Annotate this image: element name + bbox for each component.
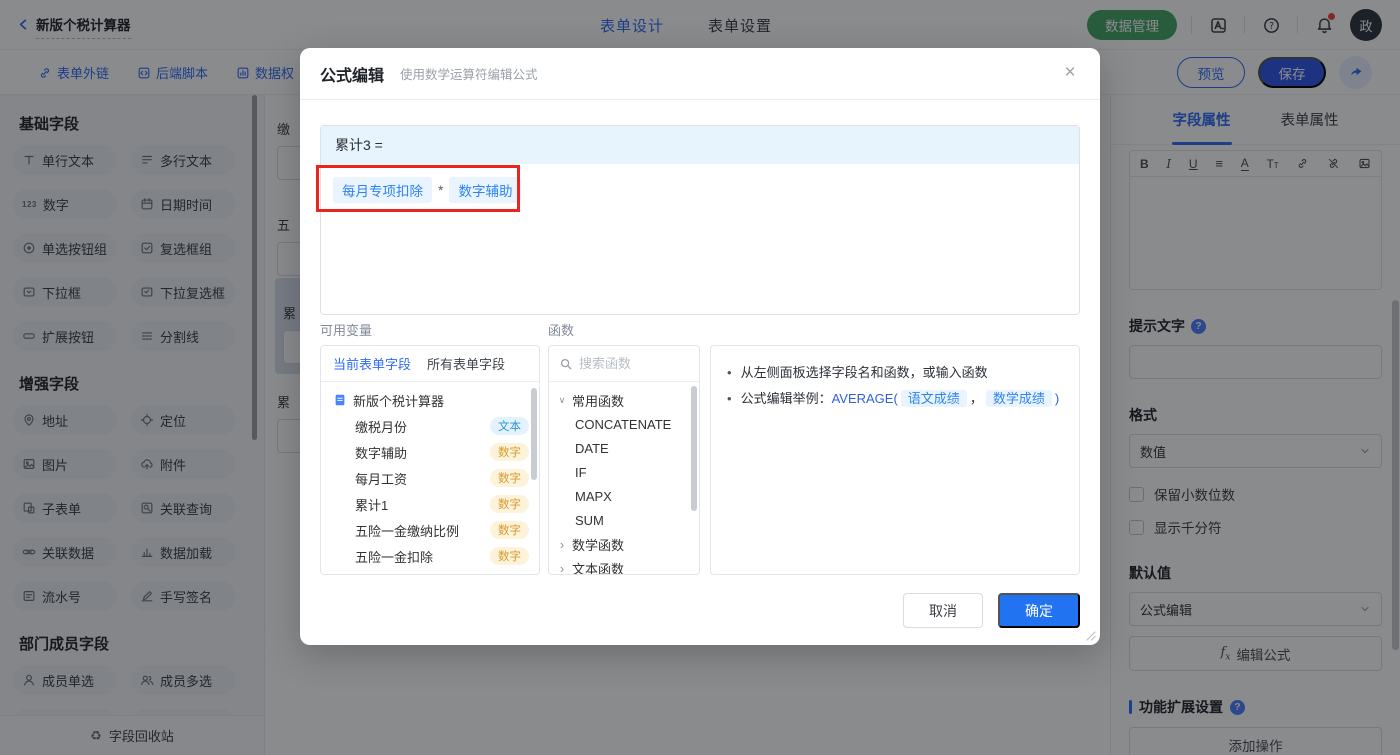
function-item[interactable]: IF (549, 460, 699, 484)
modal-header: 公式编辑 使用数学运算符编辑公式 × (300, 48, 1100, 100)
form-doc-icon (335, 394, 345, 406)
variable-name: 缴税月份 (355, 419, 408, 435)
confirm-button[interactable]: 确定 (998, 593, 1080, 628)
function-group-label: 文本函数 (572, 561, 625, 575)
tab-current-form-fields[interactable]: 当前表单字段 (333, 354, 411, 373)
help-example-close-paren: ) (1054, 391, 1060, 406)
function-item[interactable]: CONCATENATE (549, 412, 699, 436)
variable-name: 数字辅助 (355, 445, 408, 461)
function-group-label: 常用函数 (572, 393, 625, 409)
variable-row[interactable]: 每月工资 数字 (321, 465, 539, 491)
formula-help-panel: • 从左侧面板选择字段名和函数，或输入函数 • 公式编辑举例：AVERAGE(语… (710, 345, 1080, 575)
variables-section-label: 可用变量 (320, 323, 373, 338)
formula-editor[interactable]: 累计3 = 每月专项扣除 * 数字辅助 (320, 125, 1080, 315)
window-scrollbar[interactable] (1392, 300, 1399, 650)
functions-section-label: 函数 (548, 323, 575, 338)
tab-all-form-fields[interactable]: 所有表单字段 (427, 354, 505, 373)
function-item[interactable]: DATE (549, 436, 699, 460)
help-line-2: • 公式编辑举例：AVERAGE(语文成绩，数学成绩) (727, 386, 1063, 412)
chevron-right-icon: › (559, 536, 565, 552)
function-search (549, 346, 699, 382)
app-screen: 新版个税计算器 表单设计 表单设置 数据管理 ? 政 表单外链后端脚本数据权 (0, 0, 1400, 755)
function-item[interactable]: SUM (549, 508, 699, 532)
variables-root-label: 新版个税计算器 (353, 393, 445, 409)
help-example-token-1: 语文成绩 (900, 390, 967, 407)
formula-editor-modal: 公式编辑 使用数学运算符编辑公式 × 累计3 = 每月专项扣除 * 数字辅助 可用变… (300, 48, 1100, 645)
modal-subtitle: 使用数学运算符编辑公式 (400, 68, 538, 82)
help-line-1-text: 从左侧面板选择字段名和函数，或输入函数 (740, 365, 988, 380)
help-line-2-text: 公式编辑举例：AVERAGE(语文成绩，数学成绩) (740, 386, 1060, 412)
function-group-label: 数学函数 (572, 537, 625, 553)
variable-name: 每月工资 (355, 471, 408, 487)
modal-title: 公式编辑 (320, 67, 385, 85)
resize-handle[interactable] (1085, 630, 1096, 641)
help-example-function: AVERAGE( (831, 391, 898, 406)
close-icon[interactable]: × (1058, 61, 1082, 85)
formula-operator: * (438, 182, 444, 198)
variable-name: 五险一金扣除 (355, 549, 434, 565)
help-example-token-2: 数学成绩 (985, 390, 1052, 407)
function-item[interactable]: MAPX (549, 484, 699, 508)
formula-expression: 每月专项扣除 * 数字辅助 (321, 164, 1079, 216)
variable-type-badge: 数字 (490, 547, 529, 565)
variable-row[interactable]: 数字辅助 数字 (321, 439, 539, 465)
function-group[interactable]: › 数学函数 (549, 532, 699, 556)
variable-type-badge: 数字 (490, 521, 529, 539)
formula-field-token[interactable]: 数字辅助 (449, 177, 522, 203)
variables-rows: 缴税月份 文本 数字辅助 数字 每月工资 数字 累计1 数字 五险一金缴纳比例 数字 五险一金扣除数… (321, 413, 539, 569)
formula-field-token[interactable]: 每月专项扣除 (333, 177, 432, 203)
cancel-button[interactable]: 取消 (903, 593, 983, 628)
functions-panel: ∨ 常用函数 CONCATENATEDATEIFMAPXSUM › 数学函数 › 文本函数 (548, 345, 700, 575)
variables-scrollbar[interactable] (531, 388, 537, 480)
functions-list: ∨ 常用函数 CONCATENATE DATE IF MAPX SUM › 数学函数 › 文本函数 (549, 382, 699, 575)
help-line-1: • 从左侧面板选择字段名和函数，或输入函数 (727, 360, 1063, 386)
variables-panel: 当前表单字段 所有表单字段 新版个税计算器 缴税月份 文本 数字辅助 数字 每月工资 数字… (320, 345, 540, 575)
variable-row[interactable]: 累计1 数字 (321, 491, 539, 517)
function-search-input[interactable] (579, 356, 679, 371)
variable-name: 累计1 (355, 497, 389, 513)
variable-type-badge: 数字 (490, 443, 529, 461)
variable-row[interactable]: 缴税月份 文本 (321, 413, 539, 439)
help-example-comma: ， (969, 391, 983, 406)
variables-list: 新版个税计算器 缴税月份 文本 数字辅助 数字 每月工资 数字 累计1 数字 五险一金缴纳比例数… (321, 382, 539, 569)
variables-tabs: 当前表单字段 所有表单字段 (321, 346, 539, 382)
chevron-down-icon: ∨ (558, 394, 566, 405)
help-example-prefix: 公式编辑举例： (740, 391, 832, 406)
variable-type-badge: 数字 (490, 469, 529, 487)
variable-type-badge: 文本 (490, 417, 529, 435)
variable-row[interactable]: 五险一金缴纳比例 数字 (321, 517, 539, 543)
bullet: • (727, 365, 732, 380)
function-group[interactable]: › 文本函数 (549, 556, 699, 575)
formula-target: 累计3 = (321, 126, 1079, 164)
variable-name: 五险一金缴纳比例 (355, 523, 460, 539)
functions-scrollbar[interactable] (691, 386, 697, 511)
bullet: • (727, 391, 732, 406)
function-group[interactable]: ∨ 常用函数 (549, 388, 699, 412)
variable-row[interactable]: 五险一金扣除 数字 (321, 543, 539, 569)
chevron-right-icon: › (559, 560, 565, 575)
search-icon (560, 358, 572, 369)
variable-type-badge: 数字 (490, 495, 529, 513)
variables-tree-root[interactable]: 新版个税计算器 (321, 387, 539, 413)
